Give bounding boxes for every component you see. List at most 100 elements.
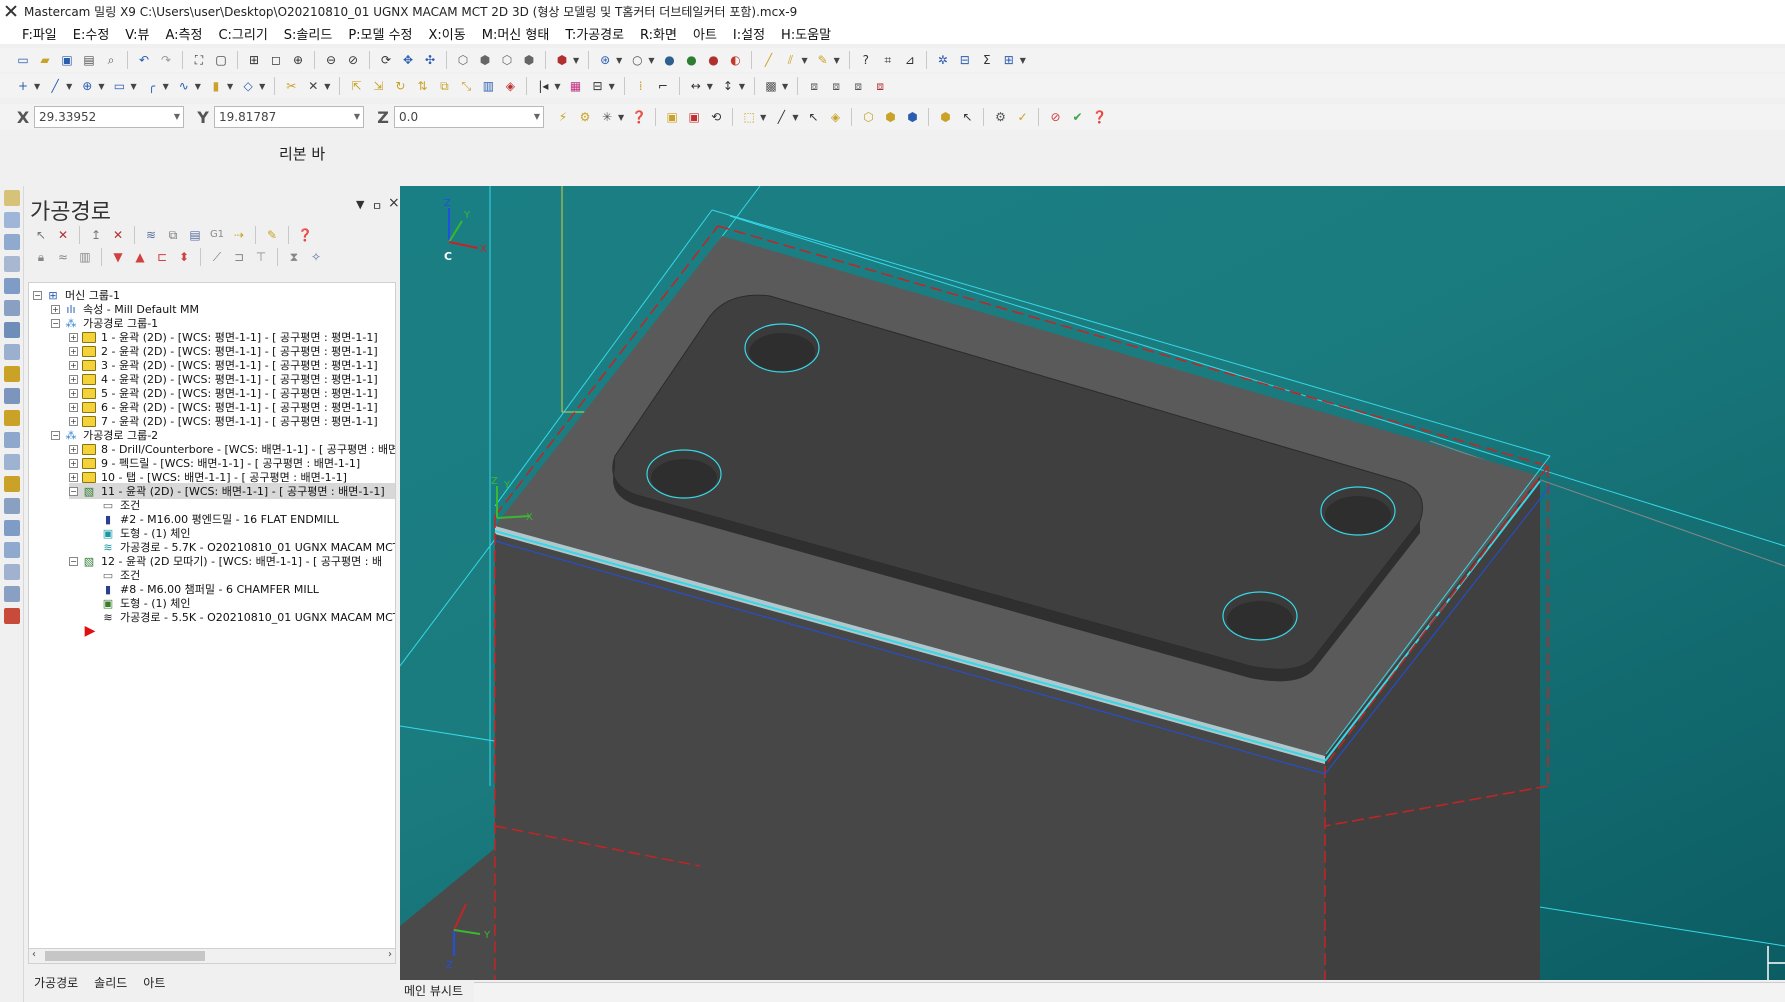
menu-edit[interactable]: E:수정 xyxy=(65,24,118,43)
solid-face-icon[interactable]: ⬡ xyxy=(859,108,877,126)
panel-menu-icon[interactable]: ▼ xyxy=(356,198,364,211)
wireframe-sphere-icon[interactable]: ○ xyxy=(628,51,646,69)
shaded-sphere-icon[interactable]: ● xyxy=(660,51,678,69)
translucent-sphere-icon[interactable]: ● xyxy=(704,51,722,69)
collapse-icon[interactable]: − xyxy=(69,486,78,496)
spline-icon[interactable]: ∿ xyxy=(175,77,193,95)
toolpath-regen-icon[interactable]: ⧈ xyxy=(871,77,889,95)
insert-arrow[interactable]: ▶ xyxy=(83,623,102,639)
fillet-icon[interactable]: ╭ xyxy=(143,77,161,95)
surface-icon[interactable]: ◇ xyxy=(239,77,257,95)
highfeed-icon[interactable]: ⇢ xyxy=(231,227,247,243)
dropdown-caret-icon[interactable]: ▼ xyxy=(618,113,624,122)
contour-icon[interactable] xyxy=(4,212,20,228)
move-insert-down-icon[interactable]: ▼ xyxy=(110,249,126,265)
pan-icon[interactable]: ✣ xyxy=(421,51,439,69)
vertical-dim-icon[interactable]: ↕ xyxy=(719,77,737,95)
move-insert-up-icon[interactable]: ▲ xyxy=(132,249,148,265)
deselect-ops-icon[interactable]: ✕ xyxy=(55,227,71,243)
help-icon[interactable]: ❓ xyxy=(630,108,648,126)
open-file-icon[interactable]: ▰ xyxy=(36,51,54,69)
analyze-icon[interactable]: ✎ xyxy=(814,51,832,69)
tree-node-toolpath[interactable]: ≋ 가공경로 - 5.5K - O20210810_01 UGNX MACAM M… xyxy=(101,609,395,625)
accept-icon[interactable]: ✔ xyxy=(1068,108,1086,126)
surface-rough-icon[interactable] xyxy=(4,410,20,426)
dropdown-caret-icon[interactable]: ▼ xyxy=(227,82,233,91)
note-icon[interactable]: ⁞ xyxy=(632,77,650,95)
dropdown-caret-icon[interactable]: ▼ xyxy=(739,82,745,91)
trim-icon[interactable]: ✂ xyxy=(282,77,300,95)
facing-icon[interactable] xyxy=(4,256,20,272)
delete-icon[interactable]: ✕ xyxy=(304,77,322,95)
toggle-select-icon[interactable]: ⊐ xyxy=(231,249,247,265)
menu-model-prep[interactable]: P:모델 수정 xyxy=(340,24,420,43)
save-icon[interactable]: ▣ xyxy=(58,51,76,69)
tool-manager-icon[interactable]: ✧ xyxy=(308,249,324,265)
solid-model-icon[interactable] xyxy=(4,608,20,624)
tree-horizontal-scrollbar[interactable]: ‹ › xyxy=(28,948,396,964)
select-only-icon[interactable]: ▣ xyxy=(685,108,703,126)
dropdown-caret-icon[interactable]: ▼ xyxy=(782,82,788,91)
tab-main-viewsheet[interactable]: 메인 뷰시트 xyxy=(404,982,463,999)
collapse-icon[interactable]: − xyxy=(51,318,60,328)
tab-solids[interactable]: 솔리드 xyxy=(86,968,135,997)
engrave-icon[interactable] xyxy=(4,366,20,382)
expand-icon[interactable]: + xyxy=(51,304,60,314)
xform-offset-icon[interactable]: ⧉ xyxy=(435,77,453,95)
dropdown-caret-icon[interactable]: ▼ xyxy=(66,82,72,91)
toolpath-verify-icon[interactable]: ⧈ xyxy=(805,77,823,95)
drill-icon[interactable] xyxy=(4,278,20,294)
menu-view[interactable]: V:뷰 xyxy=(117,24,157,43)
vector-select-icon[interactable]: ╱ xyxy=(772,108,790,126)
simulate-icon[interactable]: ▤ xyxy=(187,227,203,243)
fast-point-icon[interactable]: ⚡ xyxy=(554,108,572,126)
expand-icon[interactable]: + xyxy=(69,458,78,468)
dimension-icon[interactable]: ⌐ xyxy=(654,77,672,95)
collapse-icon[interactable]: − xyxy=(33,290,42,300)
trim-toolpath-icon[interactable] xyxy=(4,542,20,558)
circle-mill-icon[interactable] xyxy=(4,300,20,316)
grid-color-icon[interactable]: ▦ xyxy=(567,77,585,95)
bracket-icon[interactable]: |◂ xyxy=(534,77,552,95)
menu-analyze[interactable]: A:측정 xyxy=(157,24,210,43)
stop-icon[interactable]: ⊘ xyxy=(1046,108,1064,126)
x-coord-field[interactable]: 29.33952 ▼ xyxy=(34,106,184,128)
post-g1-icon[interactable]: G1 xyxy=(209,227,225,243)
zoom-window-icon[interactable]: ⊞ xyxy=(245,51,263,69)
unzoom-icon[interactable]: ⊖ xyxy=(322,51,340,69)
xform-rotate-icon[interactable]: ↻ xyxy=(391,77,409,95)
select-all-ops-icon[interactable]: ↖ xyxy=(33,227,49,243)
dropdown-caret-icon[interactable]: ▼ xyxy=(195,82,201,91)
undo-icon[interactable]: ↶ xyxy=(135,51,153,69)
view-cube-icon[interactable]: ⬢ xyxy=(553,51,571,69)
solid-edge-icon[interactable]: ⬢ xyxy=(903,108,921,126)
dropdown-caret-icon[interactable]: ▼ xyxy=(648,56,654,65)
solid-body-icon[interactable]: ⬢ xyxy=(881,108,899,126)
measure-multi-icon[interactable]: ⫽ xyxy=(781,51,799,69)
show-selected-icon[interactable]: ⟋ xyxy=(209,249,225,265)
toggle-post-icon[interactable]: ▥ xyxy=(77,249,93,265)
lock-icon[interactable]: 🔒︎ xyxy=(33,249,49,265)
selection-verify-icon[interactable]: ✓ xyxy=(1013,108,1031,126)
expand-icon[interactable]: + xyxy=(69,402,78,412)
expand-all-icon[interactable]: ⧗ xyxy=(286,249,302,265)
xform-scale-icon[interactable]: ⇅ xyxy=(413,77,431,95)
hatch-icon[interactable]: ▩ xyxy=(762,77,780,95)
backplot-icon[interactable]: ≋ xyxy=(143,227,159,243)
dropdown-caret-icon[interactable]: ▼ xyxy=(259,82,265,91)
panel-close-icon[interactable]: × xyxy=(388,195,400,211)
dropdown-caret-icon[interactable]: ▼ xyxy=(324,82,330,91)
pocket-icon[interactable] xyxy=(4,234,20,250)
regen-dirty-icon[interactable]: ✕ xyxy=(110,227,126,243)
dropdown-caret-icon[interactable]: ▼ xyxy=(34,82,40,91)
point-icon[interactable]: + xyxy=(14,77,32,95)
layout-icon[interactable]: ⊞ xyxy=(1000,51,1018,69)
top-view-icon[interactable]: ⬢ xyxy=(476,51,494,69)
mill-toolpath-icon[interactable] xyxy=(4,190,20,206)
menu-screen[interactable]: R:화면 xyxy=(632,24,685,43)
menu-create[interactable]: C:그리기 xyxy=(210,24,275,43)
check-holder-icon[interactable] xyxy=(4,586,20,602)
dropdown-caret-icon[interactable]: ▼ xyxy=(707,82,713,91)
level-icon[interactable]: ⊟ xyxy=(589,77,607,95)
iso-view-icon[interactable]: ⬡ xyxy=(454,51,472,69)
